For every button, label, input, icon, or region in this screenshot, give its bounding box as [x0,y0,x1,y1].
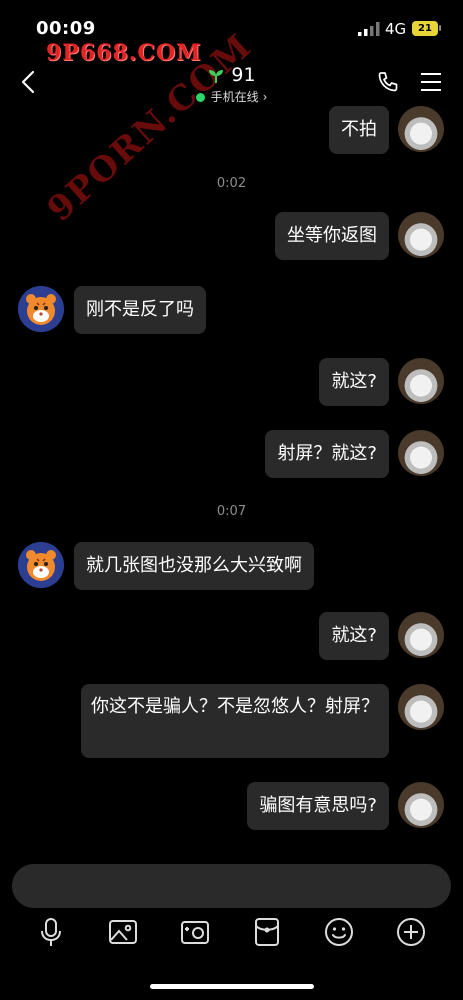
plus-icon[interactable] [395,916,427,948]
sent-message-bubble[interactable]: 射屏？就这? [265,430,389,478]
sent-message-bubble[interactable]: 就这? [319,358,389,406]
menu-icon[interactable] [420,72,442,92]
network-type: 4G [385,20,407,38]
phone-icon[interactable] [376,70,400,94]
red-packet-icon[interactable] [251,916,283,948]
received-message-bubble[interactable]: 刚不是反了吗 [74,286,206,334]
chat-header: 91 手机在线 › [0,56,463,106]
timestamp: 0:07 [216,504,247,519]
chat-title: 91 [231,64,256,86]
sprout-icon [209,69,224,83]
image-icon[interactable] [107,916,139,948]
status-time: 00:09 [36,18,96,39]
sent-message-bubble[interactable]: 坐等你返图 [275,212,389,260]
received-message-bubble[interactable]: 就几张图也没那么大兴致啊 [74,542,314,590]
home-indicator[interactable] [150,984,314,989]
message-input[interactable] [12,864,451,908]
sent-message-bubble[interactable]: 你这不是骗人？不是忽悠人？射屏？ [81,684,389,758]
contact-avatar[interactable] [18,286,64,332]
sent-message-bubble[interactable]: 不拍 [329,106,389,154]
battery-indicator: 21 [412,21,438,36]
self-avatar[interactable] [398,684,444,730]
tiger-avatar-icon [18,286,64,332]
signal-icon [358,22,380,36]
self-avatar[interactable] [398,782,444,828]
self-avatar[interactable] [398,358,444,404]
contact-avatar[interactable] [18,542,64,588]
camera-icon[interactable] [179,916,211,948]
input-toolbar [0,916,463,952]
self-avatar[interactable] [398,612,444,658]
message-list[interactable]: 不拍 0:02 坐等你返图刚不是反了吗就这? 射屏？就这? 0:07 就几张图也没那么大兴… [0,100,463,850]
self-avatar[interactable] [398,212,444,258]
self-avatar[interactable] [398,106,444,152]
self-avatar[interactable] [398,430,444,476]
emoji-icon[interactable] [323,916,355,948]
mic-icon[interactable] [35,916,67,948]
battery-tip [439,25,441,31]
sent-message-bubble[interactable]: 就这? [319,612,389,660]
sent-message-bubble[interactable]: 骗图有意思吗? [247,782,389,830]
timestamp: 0:02 [216,176,247,191]
tiger-avatar-icon [18,542,64,588]
